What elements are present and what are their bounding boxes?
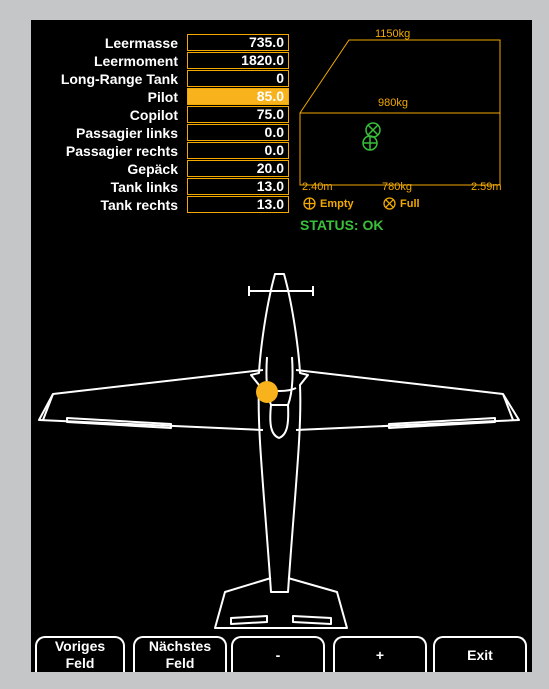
cg-full-marker (365, 122, 381, 138)
previous-field-line1: Voriges (54, 638, 106, 654)
envelope-min-mass-label: 780kg (382, 181, 412, 193)
full-legend-icon (383, 197, 396, 210)
display-screen: Leermasse 735.0 Leermoment 1820.0 Long-R… (31, 20, 532, 672)
next-field-line2: Feld (165, 655, 195, 671)
legend-full-label: Full (400, 198, 420, 210)
cg-empty-marker (362, 135, 378, 151)
decrement-label: - (275, 646, 281, 663)
envelope-arm-max-label: 2.59m (471, 181, 502, 193)
aircraft-top-view (38, 273, 520, 629)
envelope-outline (299, 39, 501, 186)
empty-legend-icon (303, 197, 316, 210)
envelope-mid-mass-label: 980kg (378, 97, 408, 109)
increment-button[interactable]: + (333, 636, 427, 672)
envelope-arm-min-label: 2.40m (302, 181, 333, 193)
legend-empty-label: Empty (320, 198, 354, 210)
next-field-line1: Nächstes (148, 638, 212, 654)
decrement-button[interactable]: - (231, 636, 325, 672)
next-field-button[interactable]: Nächstes Feld (133, 636, 227, 672)
status-text: STATUS: OK (300, 217, 384, 233)
increment-label: + (375, 646, 385, 663)
previous-field-button[interactable]: Voriges Feld (35, 636, 125, 672)
pilot-position-marker (256, 381, 278, 403)
exit-button[interactable]: Exit (433, 636, 527, 672)
cg-envelope-diagram (299, 39, 501, 186)
exit-label: Exit (467, 646, 493, 663)
envelope-max-mass-label: 1150kg (375, 28, 411, 40)
previous-field-line2: Feld (65, 655, 95, 671)
